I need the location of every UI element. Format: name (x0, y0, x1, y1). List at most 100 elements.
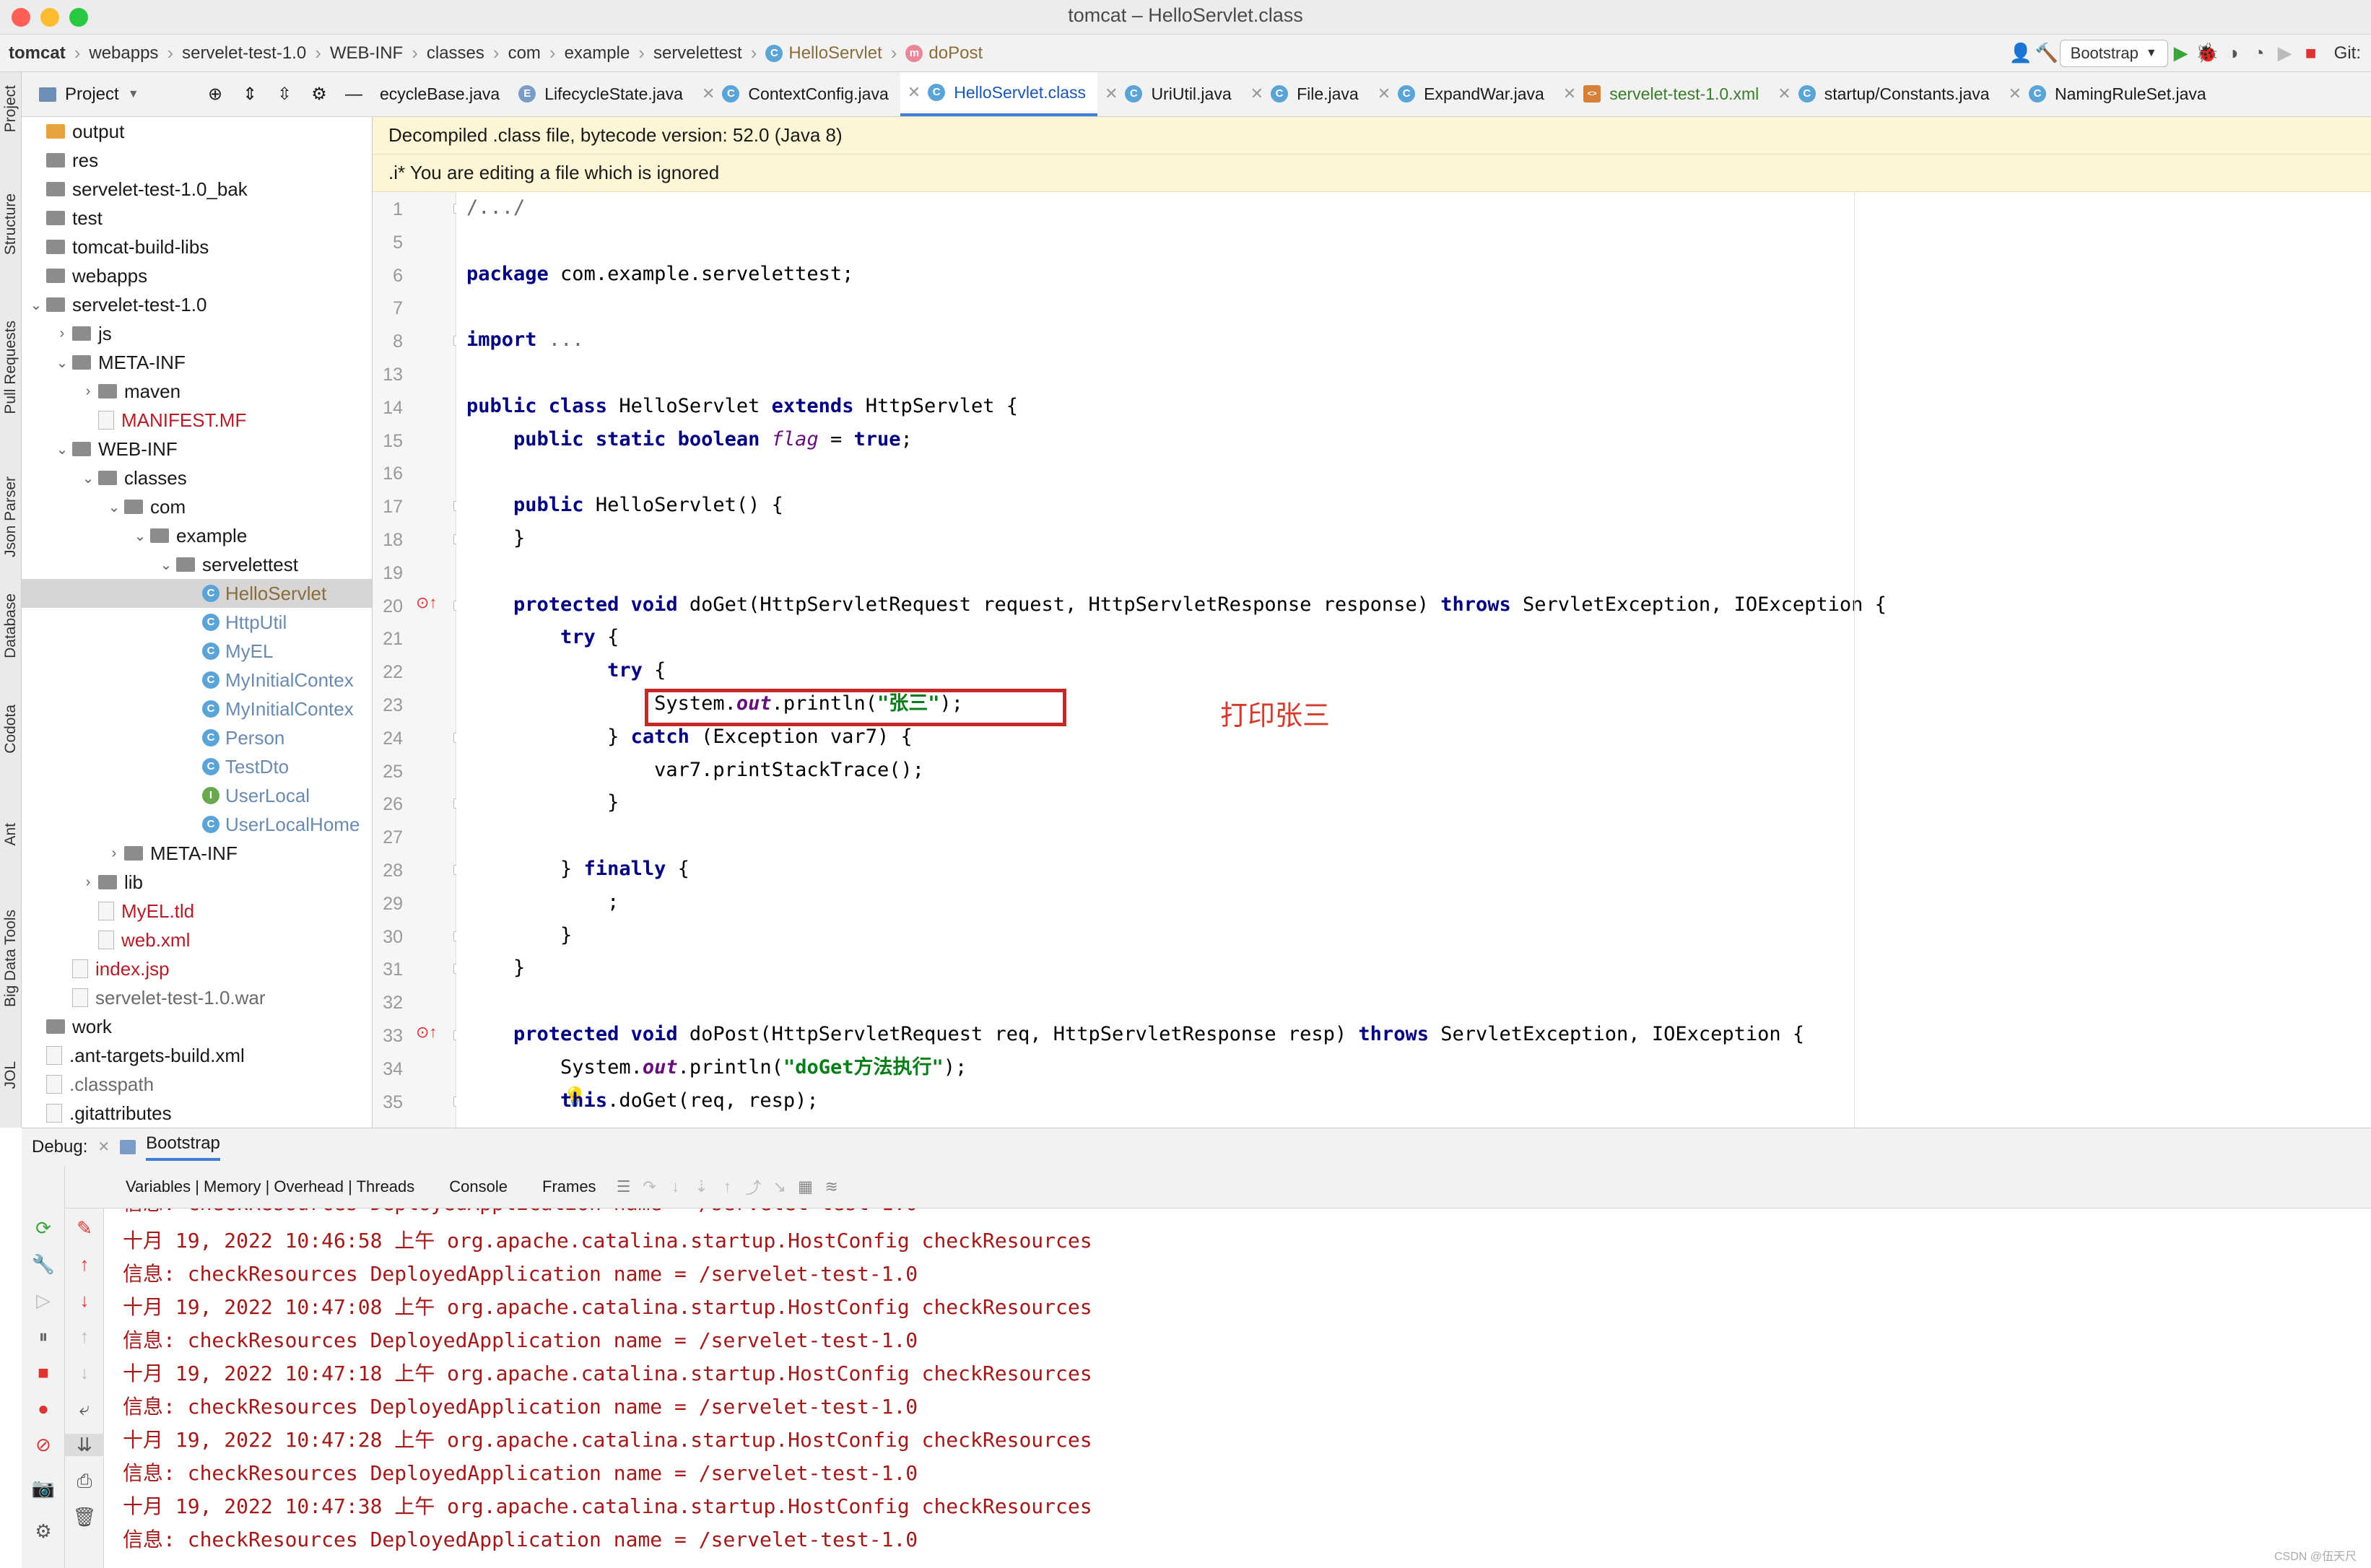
tab-frames[interactable]: Frames (528, 1177, 611, 1196)
tab-variables-memory-overhead-threads[interactable]: Variables | Memory | Overhead | Threads (111, 1177, 429, 1196)
force-step-into-icon[interactable]: ⇣ (689, 1174, 715, 1200)
tree-item[interactable]: › maven (22, 377, 372, 406)
editor-tab[interactable]: ✕ <> servelet-test-1.0.xml (1556, 72, 1771, 116)
console-output[interactable]: 信息: checkResources DeployedApplication n… (104, 1208, 2371, 1568)
chevron-icon[interactable]: ⌄ (26, 296, 46, 314)
tree-item[interactable]: .gitattributes (22, 1099, 372, 1128)
up-arrow-icon[interactable]: ↑ (65, 1253, 104, 1276)
coverage-icon[interactable]: ◑ (2220, 40, 2246, 66)
code-editor[interactable]: /.../ package com.example.servelettest; im… (456, 192, 2371, 1128)
tree-item[interactable]: C MyInitialContex (22, 694, 372, 723)
editor-tab[interactable]: ✕ C ContextConfig.java (695, 72, 900, 116)
chevron-icon[interactable]: › (104, 845, 124, 862)
chevron-icon[interactable]: ⌄ (130, 527, 150, 545)
tree-item[interactable]: servelet-test-1.0_bak (22, 175, 372, 204)
tree-item[interactable]: index.jsp (22, 954, 372, 983)
debug-session-tab[interactable]: Bootstrap (146, 1133, 220, 1161)
tree-item[interactable]: ⌄ servelet-test-1.0 (22, 290, 372, 319)
tree-item[interactable]: I UserLocal (22, 781, 372, 810)
tree-item[interactable]: webapps (22, 261, 372, 290)
chevron-icon[interactable]: ⌄ (156, 556, 176, 574)
resume-program-icon[interactable]: ▷ (22, 1289, 65, 1312)
stop-icon[interactable]: ■ (22, 1362, 65, 1384)
clear-edit-icon[interactable]: ✎ (65, 1217, 104, 1240)
breadcrumb-item[interactable]: servelettest › (645, 42, 757, 64)
close-icon[interactable]: ✕ (1378, 84, 1391, 103)
scroll-to-end-icon[interactable]: ⇊ (65, 1434, 104, 1456)
close-icon[interactable]: ✕ (1250, 84, 1263, 103)
editor-tab[interactable]: ecycleBase.java (373, 72, 511, 116)
expand-all-icon[interactable]: ⇕ (237, 82, 263, 108)
step-out-icon[interactable]: ↑ (715, 1174, 741, 1200)
stop-icon[interactable]: ■ (2298, 40, 2324, 66)
close-icon[interactable]: ✕ (702, 84, 715, 103)
tree-item[interactable]: ⌄ com (22, 492, 372, 521)
collapse-all-icon[interactable]: ⇳ (271, 82, 297, 108)
tree-item[interactable]: C MyEL (22, 637, 372, 666)
previous-occurrence-icon[interactable]: ↑ (65, 1325, 104, 1348)
git-label[interactable]: Git: (2324, 43, 2371, 64)
mute-breakpoints-icon[interactable]: ⊘ (22, 1434, 65, 1456)
user-icon[interactable]: 👤 (2008, 40, 2034, 66)
tree-item[interactable]: web.xml (22, 925, 372, 954)
drop-frame-icon[interactable]: ⤴ (741, 1174, 767, 1200)
tree-item[interactable]: ⌄ classes (22, 463, 372, 492)
breadcrumb-item[interactable]: C HelloServlet › (757, 42, 897, 64)
tree-item[interactable]: › js (22, 319, 372, 348)
tree-item[interactable]: C HttpUtil (22, 608, 372, 637)
tree-item[interactable]: ⌄ example (22, 521, 372, 550)
tool-window-tab[interactable]: Ant (0, 823, 22, 846)
tree-item[interactable]: C MyInitialContex (22, 666, 372, 694)
settings-icon[interactable]: ⚙ (22, 1520, 65, 1543)
tree-item[interactable]: C Person (22, 723, 372, 752)
tree-item[interactable]: MyEL.tld (22, 897, 372, 925)
tree-item[interactable]: ⌄ META-INF (22, 348, 372, 377)
pause-icon[interactable]: ⏸ (22, 1325, 65, 1349)
chevron-icon[interactable]: ⌄ (52, 354, 72, 372)
breadcrumb-item[interactable]: com › (500, 42, 556, 64)
tool-window-tab[interactable]: Json Parser (0, 476, 22, 557)
editor-tab[interactable]: E LifecycleState.java (511, 72, 695, 116)
tree-item[interactable]: work (22, 1012, 372, 1041)
tool-window-tab[interactable]: Project (0, 85, 22, 132)
tool-window-tab[interactable]: Codota (0, 705, 22, 754)
tree-item[interactable]: res (22, 146, 372, 175)
tool-window-tab[interactable]: Pull Requests (0, 321, 22, 414)
editor-tab[interactable]: ✕ C File.java (1243, 72, 1370, 116)
chevron-down-icon[interactable]: ▼ (128, 88, 139, 101)
profile-icon[interactable]: ◔ (2246, 40, 2272, 66)
run-configuration-select[interactable]: Bootstrap ▼ (2059, 39, 2168, 67)
breadcrumb-item[interactable]: tomcat › (0, 42, 80, 64)
breadcrumb-item[interactable]: webapps › (80, 42, 173, 64)
tree-item[interactable]: .classpath (22, 1070, 372, 1099)
tool-window-tab[interactable]: Database (0, 593, 22, 658)
breadcrumb-item[interactable]: example › (556, 42, 645, 64)
project-view-label[interactable]: Project (65, 84, 119, 105)
chevron-icon[interactable]: › (78, 383, 98, 400)
tree-item[interactable]: › META-INF (22, 839, 372, 868)
down-arrow-icon[interactable]: ↓ (65, 1289, 104, 1312)
close-icon[interactable]: ✕ (2009, 84, 2022, 103)
editor-tab[interactable]: ✕ C HelloServlet.class (900, 72, 1097, 116)
run-icon[interactable]: ▶ (2168, 40, 2194, 66)
close-icon[interactable]: ✕ (1105, 84, 1118, 103)
tab-console[interactable]: Console (429, 1177, 528, 1196)
tree-item[interactable]: C UserLocalHome (22, 810, 372, 839)
tree-item[interactable]: servelet-test-1.0.war (22, 983, 372, 1012)
override-method-icon[interactable]: ⊙↑ (416, 1023, 437, 1042)
editor-tab[interactable]: ✕ C ExpandWar.java (1370, 72, 1556, 116)
breadcrumb-item[interactable]: classes › (418, 42, 500, 64)
chevron-icon[interactable]: ⌄ (78, 469, 98, 487)
resume-icon[interactable]: ▶ (2272, 40, 2298, 66)
tool-window-tab[interactable]: JOL (0, 1061, 22, 1089)
step-over-icon[interactable]: ↷ (637, 1174, 663, 1200)
tool-window-tab[interactable]: Structure (0, 193, 22, 255)
menu-icon[interactable]: ☰ (611, 1174, 637, 1200)
chevron-icon[interactable]: ⌄ (104, 498, 124, 516)
tree-item[interactable]: tomcat-build-libs (22, 232, 372, 261)
debug-icon[interactable]: 🐞 (2194, 40, 2220, 66)
run-to-cursor-icon[interactable]: ↘ (767, 1174, 793, 1200)
view-breakpoints-icon[interactable]: ● (22, 1398, 65, 1420)
hide-icon[interactable]: — (341, 82, 367, 108)
tree-item[interactable]: ⌄ servelettest (22, 550, 372, 579)
